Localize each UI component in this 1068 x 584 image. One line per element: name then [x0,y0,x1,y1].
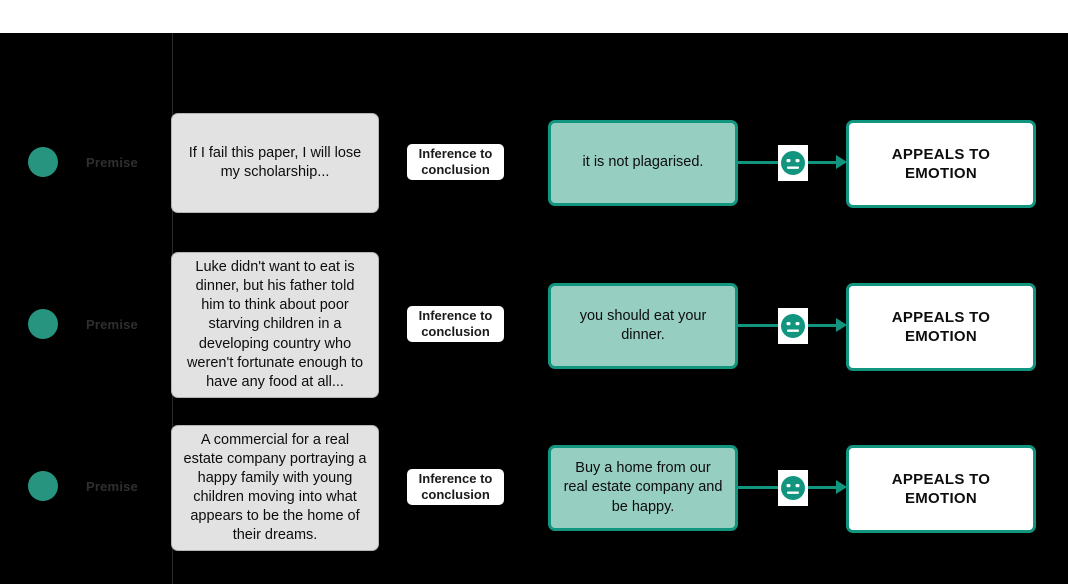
scheme-appeals-to-emotion-box[interactable]: APPEALS TO EMOTION [846,445,1036,533]
scheme-appeals-to-emotion-box[interactable]: APPEALS TO EMOTION [846,283,1036,371]
neutral-face-icon[interactable] [778,145,808,181]
conclusion-text-box[interactable]: it is not plagarised. [548,120,738,206]
conclusion-to-icon-connector [738,486,778,489]
neutral-face-icon[interactable] [778,308,808,344]
inference-to-conclusion-label[interactable]: Inference to conclusion [407,469,504,505]
premise-text-box[interactable]: A commercial for a real estate company p… [171,425,379,551]
premise-text-box[interactable]: Luke didn't want to eat is dinner, but h… [171,252,379,398]
conclusion-text-box[interactable]: you should eat your dinner. [548,283,738,369]
inference-to-conclusion-label[interactable]: Inference to conclusion [407,144,504,180]
premise-marker-dot [28,147,58,177]
top-white-band [0,0,1068,33]
premise-marker-dot [28,471,58,501]
premise-marker-dot [28,309,58,339]
scheme-appeals-to-emotion-box[interactable]: APPEALS TO EMOTION [846,120,1036,208]
conclusion-to-icon-connector [738,324,778,327]
inference-to-conclusion-label[interactable]: Inference to conclusion [407,306,504,342]
diagram-canvas: Premise If I fail this paper, I will los… [0,0,1068,584]
premise-marker-label: Premise [86,317,138,332]
neutral-face-icon[interactable] [778,470,808,506]
premise-text-box[interactable]: If I fail this paper, I will lose my sch… [171,113,379,213]
premise-marker-label: Premise [86,479,138,494]
conclusion-to-icon-connector [738,161,778,164]
premise-marker-label: Premise [86,155,138,170]
conclusion-text-box[interactable]: Buy a home from our real estate company … [548,445,738,531]
